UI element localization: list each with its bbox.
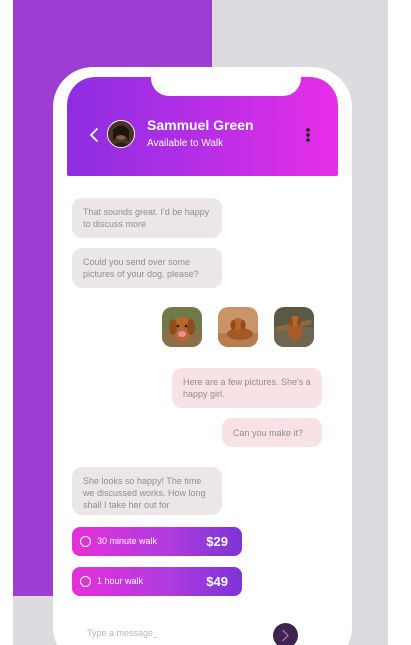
- chat-screen: Sammuel Green Available to Walk That sou…: [67, 77, 338, 645]
- chat-header: Sammuel Green Available to Walk: [67, 77, 338, 176]
- more-vertical-icon[interactable]: [305, 127, 311, 143]
- message-input[interactable]: [85, 624, 269, 642]
- dog-photo-2[interactable]: [218, 307, 258, 347]
- walk-option-30-min[interactable]: 30 minute walk $29: [72, 527, 242, 556]
- walk-option-1-hour[interactable]: 1 hour walk $49: [72, 567, 242, 596]
- send-button[interactable]: [273, 623, 298, 645]
- walk-option-label: 30 minute walk: [97, 536, 158, 546]
- radio-circle-icon[interactable]: [80, 536, 91, 547]
- back-chevron-icon[interactable]: [89, 127, 99, 143]
- message-bubble-incoming: Could you send over some pictures of you…: [72, 248, 222, 288]
- chevron-right-icon: [282, 629, 289, 642]
- radio-circle-icon[interactable]: [80, 576, 91, 587]
- phone-notch: [151, 77, 301, 96]
- dog-photo-3[interactable]: [274, 307, 314, 347]
- contact-name: Sammuel Green: [147, 117, 254, 133]
- message-bubble-incoming: That sounds great. I'd be happy to discu…: [72, 198, 222, 238]
- background-stage: Sammuel Green Available to Walk That sou…: [13, 0, 388, 645]
- walk-option-label: 1 hour walk: [97, 576, 144, 586]
- phone-frame: Sammuel Green Available to Walk That sou…: [53, 67, 352, 645]
- message-bubble-outgoing: Here are a few pictures. She's a happy g…: [172, 368, 322, 408]
- contact-status: Available to Walk: [147, 138, 224, 149]
- avatar[interactable]: [107, 120, 135, 148]
- dog-photo-1[interactable]: [162, 307, 202, 347]
- message-bubble-incoming: She looks so happy! The time we discusse…: [72, 467, 222, 515]
- message-bubble-outgoing: Can you make it?: [222, 418, 322, 447]
- walk-option-price: $49: [206, 574, 228, 589]
- walk-option-price: $29: [206, 534, 228, 549]
